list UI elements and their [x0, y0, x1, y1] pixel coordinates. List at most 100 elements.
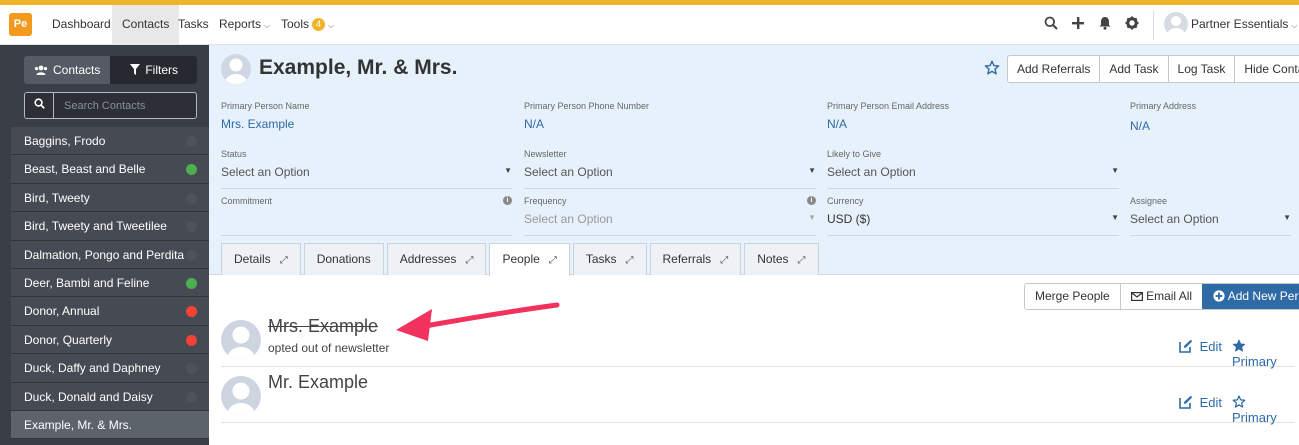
set-primary-button[interactable]: Primary	[1232, 339, 1295, 369]
edit-icon	[1179, 339, 1193, 353]
search-contacts-input[interactable]	[55, 93, 196, 118]
contact-avatar	[221, 54, 251, 84]
currency-select-value: USD ($)	[827, 212, 871, 226]
field-underline	[221, 188, 512, 189]
bell-icon[interactable]	[1097, 16, 1113, 32]
primary-phone-link[interactable]: N/A	[524, 117, 814, 131]
chevron-down-icon: ▼	[504, 166, 512, 175]
contact-list-item[interactable]: Bird, Tweety and Tweetilee	[11, 212, 209, 241]
contact-name: Bird, Tweety	[24, 190, 90, 205]
status-select[interactable]: Status Select an Option ▼	[221, 149, 512, 189]
contact-list-item[interactable]: Donor, Annual	[11, 297, 209, 326]
contact-actions: Add Referrals Add Task Log Task Hide Con…	[1007, 55, 1299, 83]
info-icon[interactable]: i	[807, 196, 816, 205]
gear-icon[interactable]	[1124, 16, 1140, 32]
search-icon[interactable]	[25, 93, 54, 118]
info-icon[interactable]: i	[503, 196, 512, 205]
person-row: Mr. Example Edit Primary	[221, 367, 1295, 425]
contacts-toggle-button[interactable]: Contacts	[24, 56, 110, 84]
email-all-button[interactable]: Email All	[1119, 284, 1203, 309]
add-task-button[interactable]: Add Task	[1099, 56, 1167, 82]
chevron-down-icon: ⌵	[1291, 21, 1298, 30]
frequency-select[interactable]: Frequency Select an Option i ▼	[524, 196, 816, 236]
contact-name: Duck, Daffy and Daphney	[24, 361, 161, 376]
sidebar-toggle: Contacts Filters	[24, 56, 197, 84]
set-primary-button[interactable]: Primary	[1232, 395, 1295, 425]
likely-to-give-select[interactable]: Likely to Give Select an Option ▼	[827, 149, 1119, 189]
contact-list-item[interactable]: Beast, Beast and Belle	[11, 155, 209, 184]
primary-phone-field: Primary Person Phone Number N/A	[524, 101, 814, 131]
status-select-value: Select an Option	[221, 165, 310, 179]
primary-address-link[interactable]: N/A	[1130, 119, 1290, 133]
field-label: Currency	[827, 196, 864, 206]
contact-name: Duck, Donald and Daisy	[24, 389, 153, 404]
plus-icon[interactable]	[1070, 16, 1086, 32]
merge-people-button[interactable]: Merge People	[1025, 284, 1120, 309]
chevron-down-icon: ⌵	[264, 21, 271, 30]
contact-list-item[interactable]: Bird, Tweety	[11, 183, 209, 213]
user-menu[interactable]: Partner Essentials ⌵	[1191, 5, 1297, 45]
expand-icon[interactable]: ⤢	[280, 255, 288, 266]
hide-contact-button[interactable]: Hide Contact	[1234, 56, 1299, 82]
search-icon[interactable]	[1043, 16, 1059, 32]
tab-tasks[interactable]: Tasks ⤢	[572, 243, 647, 275]
user-avatar[interactable]	[1164, 12, 1188, 36]
person-avatar	[221, 376, 261, 416]
chevron-down-icon: ▼	[1111, 166, 1119, 175]
nav-tools[interactable]: Tools 4 ⌵	[271, 5, 344, 44]
field-label: Status	[221, 149, 247, 159]
status-dot	[186, 277, 197, 289]
tab-label: Addresses	[399, 252, 457, 266]
log-task-button[interactable]: Log Task	[1167, 56, 1235, 82]
commitment-field[interactable]: Commitment i	[221, 196, 512, 236]
field-label: Primary Person Email Address	[827, 101, 950, 111]
page-title: Example, Mr. & Mrs.	[259, 56, 458, 79]
contact-list-item-selected[interactable]: Example, Mr. & Mrs.	[11, 410, 209, 440]
contact-list-item[interactable]: Dalmation, Pongo and Perdita	[11, 240, 209, 269]
person-note: opted out of newsletter	[268, 341, 390, 355]
contact-header: Example, Mr. & Mrs. Add Referrals Add Ta…	[209, 45, 1299, 276]
add-new-person-button[interactable]: Add New Person	[1202, 284, 1299, 309]
expand-icon[interactable]: ⤢	[549, 255, 557, 266]
tab-donations[interactable]: Donations	[303, 243, 384, 275]
contact-list-item[interactable]: Donor, Quarterly	[11, 325, 209, 355]
contact-list-item[interactable]: Duck, Daffy and Daphney	[11, 354, 209, 383]
contact-name: Donor, Quarterly	[24, 332, 113, 347]
expand-icon[interactable]: ⤢	[626, 255, 634, 266]
edit-person-button[interactable]: Edit	[1179, 395, 1222, 410]
edit-person-button[interactable]: Edit	[1179, 339, 1222, 354]
tab-details[interactable]: Details ⤢	[221, 243, 301, 275]
primary-label: Primary	[1232, 410, 1277, 425]
contact-list-item[interactable]: Duck, Donald and Daisy	[11, 382, 209, 411]
expand-icon[interactable]: ⤢	[720, 255, 728, 266]
field-underline	[1130, 235, 1291, 236]
currency-select[interactable]: Currency USD ($) ▼	[827, 196, 1119, 236]
status-dot	[186, 363, 197, 375]
tab-notes[interactable]: Notes ⤢	[744, 243, 819, 275]
primary-person-name-link[interactable]: Mrs. Example	[221, 117, 511, 131]
expand-icon[interactable]: ⤢	[465, 255, 473, 266]
person-avatar	[221, 320, 261, 360]
contact-name: Beast, Beast and Belle	[24, 162, 146, 177]
expand-icon[interactable]: ⤢	[798, 255, 806, 266]
chevron-down-icon: ⌵	[328, 21, 335, 30]
field-label: Likely to Give	[827, 149, 882, 159]
assignee-select[interactable]: Assignee Select an Option ▼	[1130, 196, 1291, 236]
nav-reports-label: Reports	[219, 17, 262, 31]
add-referrals-button[interactable]: Add Referrals	[1008, 56, 1099, 82]
newsletter-select[interactable]: Newsletter Select an Option ▼	[524, 149, 816, 189]
nav-dashboard[interactable]: Dashboard	[42, 5, 121, 44]
tab-people[interactable]: People ⤢	[489, 243, 570, 276]
primary-email-link[interactable]: N/A	[827, 117, 1117, 131]
tab-referrals[interactable]: Referrals ⤢	[649, 243, 742, 275]
field-underline	[827, 235, 1119, 236]
filters-toggle-button[interactable]: Filters	[111, 56, 197, 84]
contact-list-item[interactable]: Deer, Bambi and Feline	[11, 268, 209, 298]
star-outline-icon[interactable]	[984, 60, 1000, 76]
contacts-sidebar: Contacts Filters Baggins, Frodo Beast, B…	[0, 45, 209, 445]
app-logo[interactable]: Pe	[9, 13, 32, 36]
nav-reports[interactable]: Reports ⌵	[209, 5, 280, 44]
field-underline	[524, 188, 816, 189]
tab-addresses[interactable]: Addresses ⤢	[386, 243, 487, 275]
contact-list-item[interactable]: Baggins, Frodo	[11, 127, 209, 156]
